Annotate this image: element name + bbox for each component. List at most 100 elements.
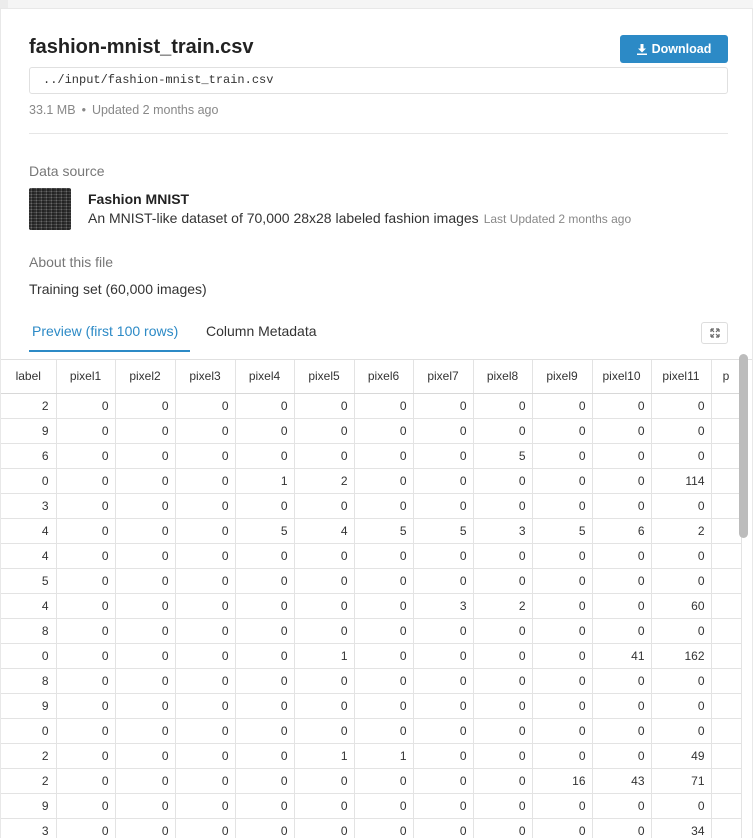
table-cell: 0 — [532, 593, 593, 619]
table-cell: 0 — [294, 693, 355, 719]
table-cell: 0 — [354, 568, 414, 594]
column-header[interactable]: label — [1, 360, 57, 394]
tab-preview[interactable]: Preview (first 100 rows) — [32, 323, 178, 339]
table-cell: 0 — [235, 568, 295, 594]
table-cell: 0 — [235, 418, 295, 444]
table-cell — [711, 518, 742, 544]
table-cell: 0 — [413, 618, 474, 644]
table-cell: 60 — [651, 593, 712, 619]
table-cell: 4 — [1, 593, 57, 619]
table-cell — [711, 768, 742, 794]
table-cell: 3 — [1, 493, 57, 519]
file-size: 33.1 MB — [29, 103, 76, 117]
table-cell: 0 — [354, 443, 414, 469]
preview-table-container[interactable]: label pixel1 pixel2 pixel3 pixel4 pixel5 pixel… — [1, 359, 752, 838]
table-scrollbar[interactable] — [739, 354, 748, 538]
table-cell — [711, 418, 742, 444]
table-cell: 0 — [354, 543, 414, 569]
table-cell: 0 — [56, 818, 116, 838]
table-cell: 0 — [115, 818, 176, 838]
table-cell: 41 — [592, 643, 652, 669]
table-cell: 0 — [115, 468, 176, 494]
table-cell: 0 — [413, 568, 474, 594]
table-row: 200000000000 — [1, 393, 742, 419]
table-cell: 0 — [175, 693, 236, 719]
preview-table: label pixel1 pixel2 pixel3 pixel4 pixel5 pixel… — [1, 360, 742, 838]
table-cell: 0 — [175, 518, 236, 544]
download-label: Download — [651, 42, 712, 56]
column-header[interactable]: pixel2 — [115, 360, 176, 394]
table-cell: 0 — [56, 693, 116, 719]
expand-button[interactable] — [701, 322, 728, 344]
table-cell: 0 — [413, 818, 474, 838]
table-cell: 0 — [413, 443, 474, 469]
column-header[interactable]: pixel3 — [175, 360, 236, 394]
table-cell: 2 — [1, 743, 57, 769]
table-cell — [711, 493, 742, 519]
expand-icon — [709, 328, 720, 338]
column-header[interactable]: pixel10 — [592, 360, 652, 394]
column-header[interactable]: pixel6 — [354, 360, 414, 394]
table-cell: 0 — [651, 793, 712, 819]
column-header[interactable]: pixel9 — [532, 360, 593, 394]
column-header[interactable]: pixel8 — [473, 360, 533, 394]
table-cell: 0 — [175, 793, 236, 819]
about-text: Training set (60,000 images) — [29, 281, 207, 297]
table-cell: 4 — [1, 543, 57, 569]
table-cell: 6 — [1, 443, 57, 469]
download-button[interactable]: Download — [620, 35, 728, 63]
table-cell: 0 — [413, 743, 474, 769]
table-cell: 0 — [592, 468, 652, 494]
table-cell: 0 — [115, 593, 176, 619]
table-cell — [711, 543, 742, 569]
table-cell: 0 — [115, 543, 176, 569]
table-cell: 0 — [532, 443, 593, 469]
table-cell: 0 — [592, 393, 652, 419]
table-cell: 0 — [592, 793, 652, 819]
table-cell: 0 — [115, 643, 176, 669]
table-cell: 0 — [56, 643, 116, 669]
table-cell — [711, 393, 742, 419]
table-cell — [711, 618, 742, 644]
table-cell: 4 — [294, 518, 355, 544]
table-cell: 2 — [651, 518, 712, 544]
file-path-field[interactable]: ../input/fashion-mnist_train.csv — [29, 67, 728, 94]
table-row: 300000000000 — [1, 493, 742, 519]
table-cell: 0 — [294, 418, 355, 444]
column-header[interactable]: pixel4 — [235, 360, 295, 394]
table-cell: 0 — [175, 568, 236, 594]
dataset-description-text: An MNIST-like dataset of 70,000 28x28 la… — [88, 210, 479, 226]
table-cell: 0 — [413, 493, 474, 519]
table-cell: 0 — [413, 418, 474, 444]
column-header[interactable]: pixel7 — [413, 360, 474, 394]
table-cell: 0 — [294, 393, 355, 419]
tab-column-metadata[interactable]: Column Metadata — [206, 323, 317, 339]
table-cell: 0 — [235, 768, 295, 794]
table-cell: 0 — [592, 543, 652, 569]
table-cell: 1 — [354, 743, 414, 769]
table-cell: 0 — [1, 643, 57, 669]
column-header[interactable]: pixel1 — [56, 360, 116, 394]
table-cell: 0 — [651, 693, 712, 719]
table-cell: 0 — [473, 618, 533, 644]
table-cell: 0 — [413, 718, 474, 744]
column-header[interactable]: pixel5 — [294, 360, 355, 394]
table-cell: 0 — [115, 668, 176, 694]
table-cell: 0 — [413, 468, 474, 494]
table-cell: 0 — [592, 493, 652, 519]
table-cell: 0 — [592, 718, 652, 744]
dataset-name-link[interactable]: Fashion MNIST — [88, 191, 189, 207]
column-header[interactable]: p — [711, 360, 742, 394]
dataset-description: An MNIST-like dataset of 70,000 28x28 la… — [88, 210, 631, 226]
table-cell: 0 — [651, 568, 712, 594]
table-cell: 0 — [294, 443, 355, 469]
column-header[interactable]: pixel11 — [651, 360, 712, 394]
table-cell: 0 — [56, 668, 116, 694]
table-cell: 0 — [56, 618, 116, 644]
dataset-thumbnail[interactable] — [29, 188, 71, 230]
table-cell: 0 — [175, 668, 236, 694]
table-cell: 0 — [235, 543, 295, 569]
table-cell: 0 — [56, 568, 116, 594]
table-cell: 0 — [532, 418, 593, 444]
table-cell — [711, 593, 742, 619]
